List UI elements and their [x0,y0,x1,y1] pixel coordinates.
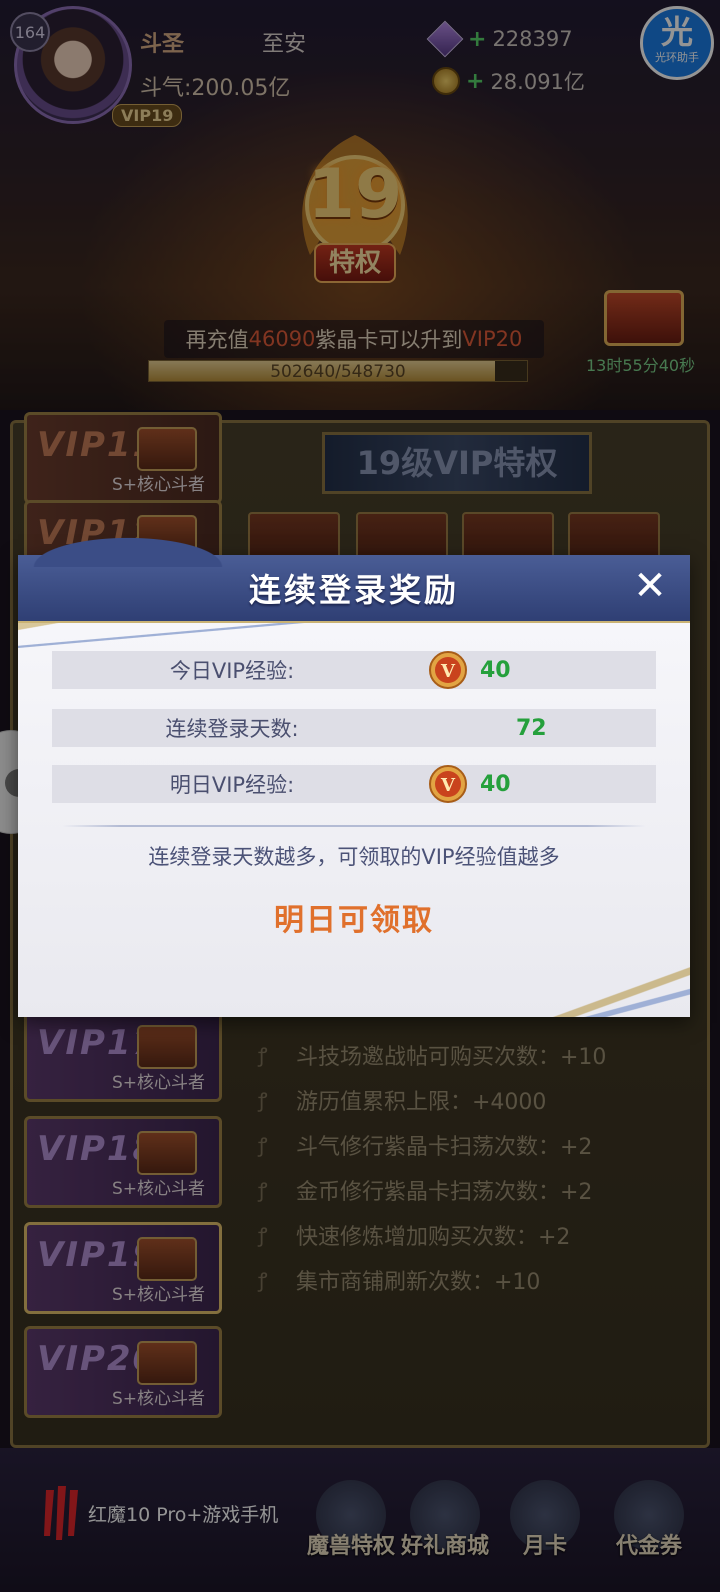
login-reward-dialog: 连续登录奖励 ✕ 今日VIP经验: V 40 连续登录天数: 72 明日VIP经… [18,533,690,1017]
dialog-title: 连续登录奖励 [248,571,459,609]
login-days-row: 连续登录天数: 72 [52,709,656,747]
vip-medal-icon: V [429,651,467,689]
today-vip-exp-value: 40 [480,657,511,683]
decor-swoosh [520,967,690,1017]
login-hint-text: 连续登录天数越多，可领取的VIP经验值越多 [148,845,560,869]
divider [62,825,646,827]
svg-text:V: V [440,661,456,682]
claim-status-button[interactable]: 明日可领取 [18,895,690,939]
tomorrow-vip-exp-value: 40 [480,771,511,797]
today-vip-exp-label: 今日VIP经验: [169,659,295,683]
tomorrow-vip-exp-label: 明日VIP经验: [169,773,295,797]
dialog-body: 今日VIP经验: V 40 连续登录天数: 72 明日VIP经验: V 40 连… [18,623,690,1017]
svg-text:V: V [440,775,456,796]
close-icon[interactable]: ✕ [630,566,670,607]
decor-swoosh [18,623,318,653]
dialog-header: 连续登录奖励 ✕ [18,533,690,623]
today-vip-exp-row: 今日VIP经验: V 40 [52,651,656,689]
tomorrow-vip-exp-row: 明日VIP经验: V 40 [52,765,656,803]
login-days-label: 连续登录天数: [165,717,299,741]
login-days-value: 72 [516,715,547,741]
vip-medal-icon: V [429,765,467,803]
